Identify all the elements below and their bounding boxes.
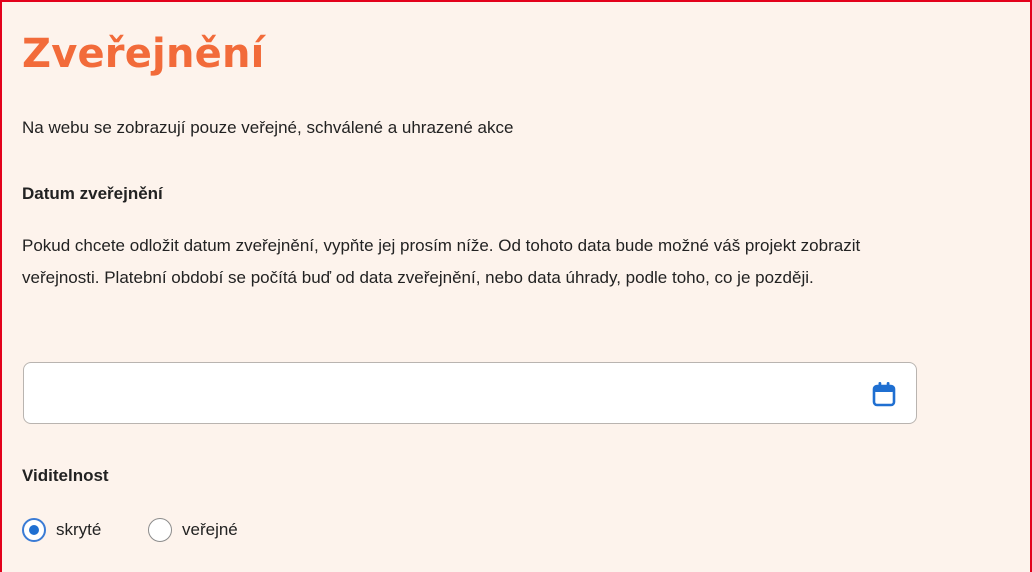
- radio-hidden-label: skryté: [56, 520, 102, 539]
- radio-hidden[interactable]: [22, 518, 46, 542]
- visibility-option-public[interactable]: veřejné: [148, 514, 238, 546]
- radio-public[interactable]: [148, 518, 172, 542]
- visibility-option-hidden[interactable]: skryté: [22, 514, 101, 546]
- calendar-icon[interactable]: [872, 381, 896, 407]
- publication-section: Zveřejnění Na webu se zobrazují pouze ve…: [0, 0, 1032, 572]
- intro-text: Na webu se zobrazují pouze veřejné, schv…: [22, 118, 514, 137]
- visibility-label: Viditelnost: [22, 466, 109, 485]
- publish-date-input[interactable]: [36, 363, 870, 425]
- section-title: Zveřejnění: [22, 31, 265, 77]
- publish-date-label: Datum zveřejnění: [22, 184, 163, 203]
- publish-date-field[interactable]: [23, 362, 917, 425]
- radio-public-label: veřejné: [182, 520, 238, 539]
- publish-date-help: Pokud chcete odložit datum zveřejnění, v…: [22, 236, 861, 287]
